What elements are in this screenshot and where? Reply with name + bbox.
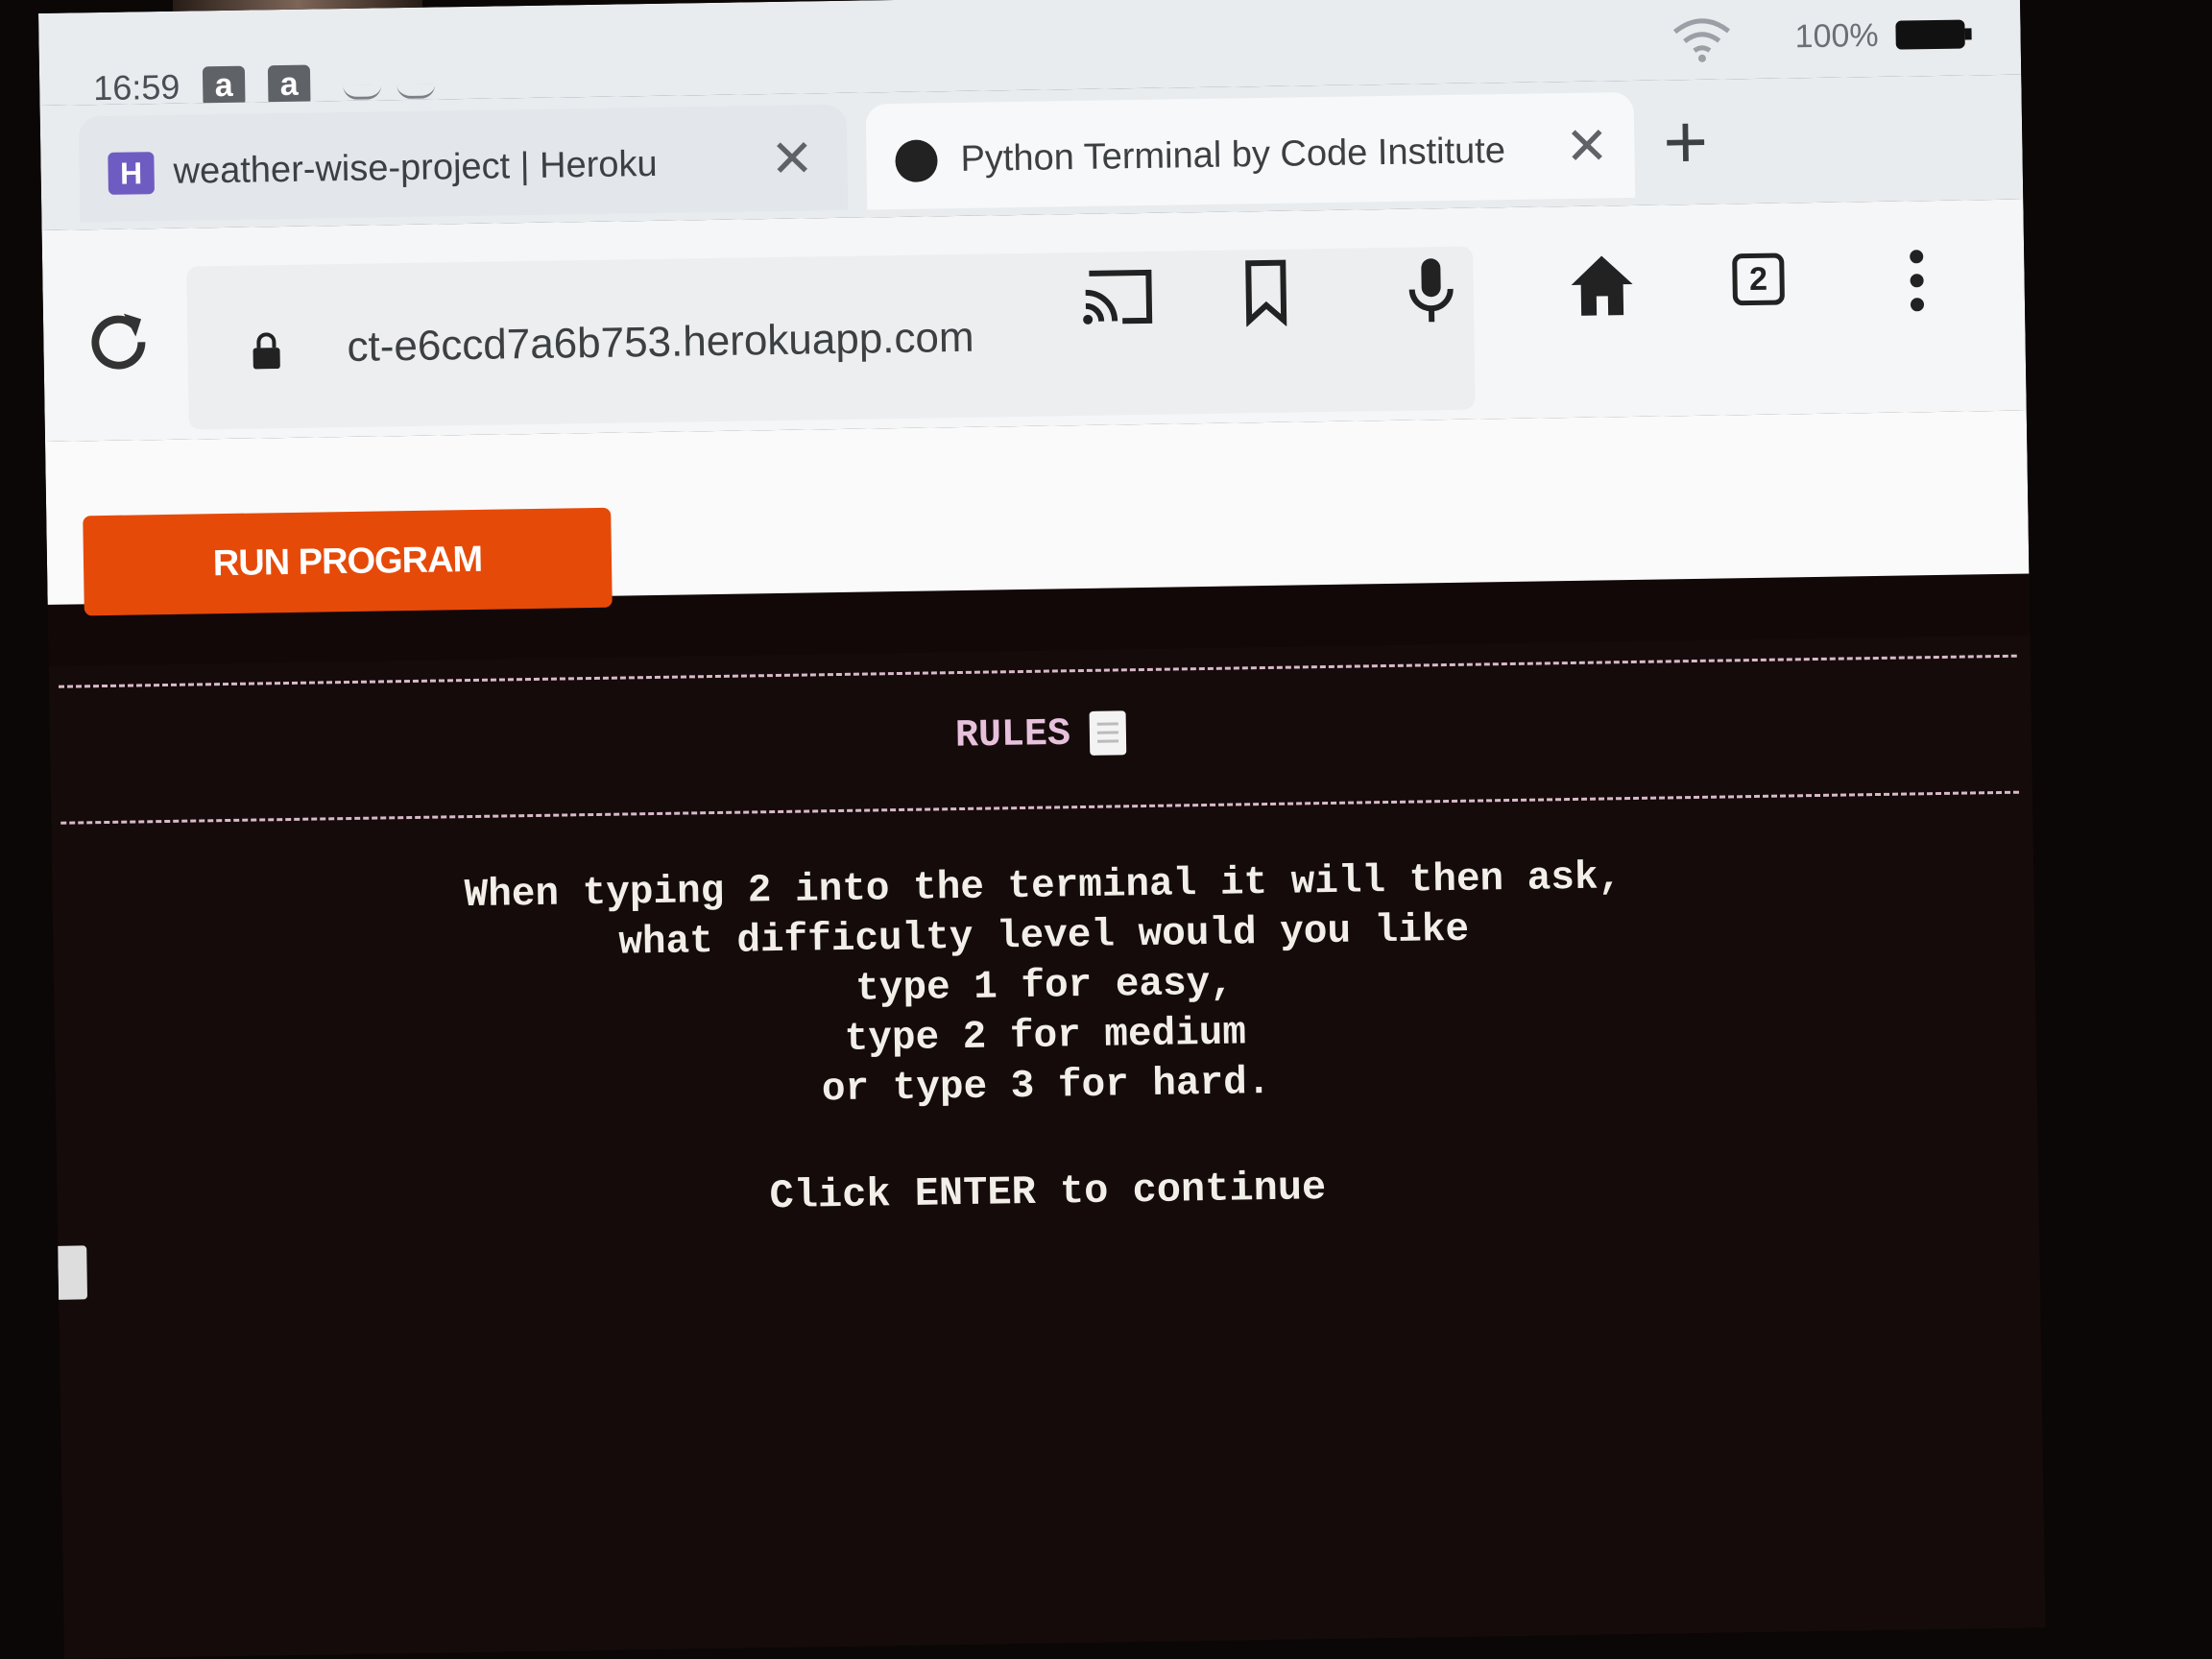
- clock: 16:59: [92, 66, 180, 108]
- url-text[interactable]: ct-e6ccd7a6b753.herokuapp.com: [347, 314, 974, 372]
- terminal[interactable]: RULES When typing 2 into the terminal it…: [48, 635, 2046, 1659]
- tab-title: Python Terminal by Code Institute: [960, 131, 1506, 180]
- tab-switcher-button[interactable]: 2: [1732, 252, 1785, 306]
- battery-icon: [1895, 19, 1965, 50]
- reload-icon[interactable]: [82, 305, 156, 379]
- bookmark-icon[interactable]: [1242, 259, 1289, 327]
- tab-python-terminal[interactable]: Python Terminal by Code Institute ✕: [865, 91, 1636, 210]
- enter-prompt: Click ENTER to continue: [769, 1165, 1327, 1220]
- heroku-icon: H: [108, 152, 155, 195]
- more-menu-icon[interactable]: [1907, 247, 1927, 314]
- rules-text: When typing 2 into the terminal it will …: [52, 846, 2037, 1126]
- page-header: RUN PROGRAM: [45, 410, 2030, 616]
- close-icon[interactable]: ✕: [1565, 117, 1609, 176]
- tab-title: weather-wise-project | Heroku: [173, 143, 658, 192]
- tab-weather-wise[interactable]: H weather-wise-project | Heroku ✕: [78, 104, 849, 223]
- amazon-icon: a: [267, 64, 311, 107]
- browser-toolbar: ct-e6ccd7a6b753.herokuapp.com 2: [41, 199, 2027, 442]
- page-icon: [1089, 710, 1127, 756]
- battery-percentage: 100%: [1794, 16, 1879, 56]
- new-tab-button[interactable]: +: [1663, 99, 1709, 185]
- close-icon[interactable]: ✕: [770, 130, 814, 188]
- side-handle[interactable]: [58, 1245, 88, 1300]
- run-program-button[interactable]: RUN PROGRAM: [83, 507, 613, 616]
- home-icon[interactable]: [1569, 253, 1635, 318]
- dashed-divider: [60, 790, 2020, 825]
- amazon-icon: a: [202, 65, 246, 108]
- wifi-icon: [1672, 18, 1731, 62]
- notification-dash-icon: [397, 84, 436, 100]
- cast-icon[interactable]: [1079, 267, 1155, 327]
- browser-screen: 16:59 a a 100% H weather-wise-project | …: [38, 0, 2046, 1659]
- notification-dash-icon: [343, 84, 382, 101]
- dashed-divider: [58, 654, 2017, 688]
- rules-heading: RULES: [50, 696, 2032, 772]
- rules-heading-text: RULES: [954, 712, 1071, 758]
- microphone-icon[interactable]: [1406, 256, 1456, 325]
- globe-icon: [895, 139, 938, 182]
- tablet-photo: 16:59 a a 100% H weather-wise-project | …: [0, 0, 2212, 1659]
- lock-icon: [252, 332, 280, 370]
